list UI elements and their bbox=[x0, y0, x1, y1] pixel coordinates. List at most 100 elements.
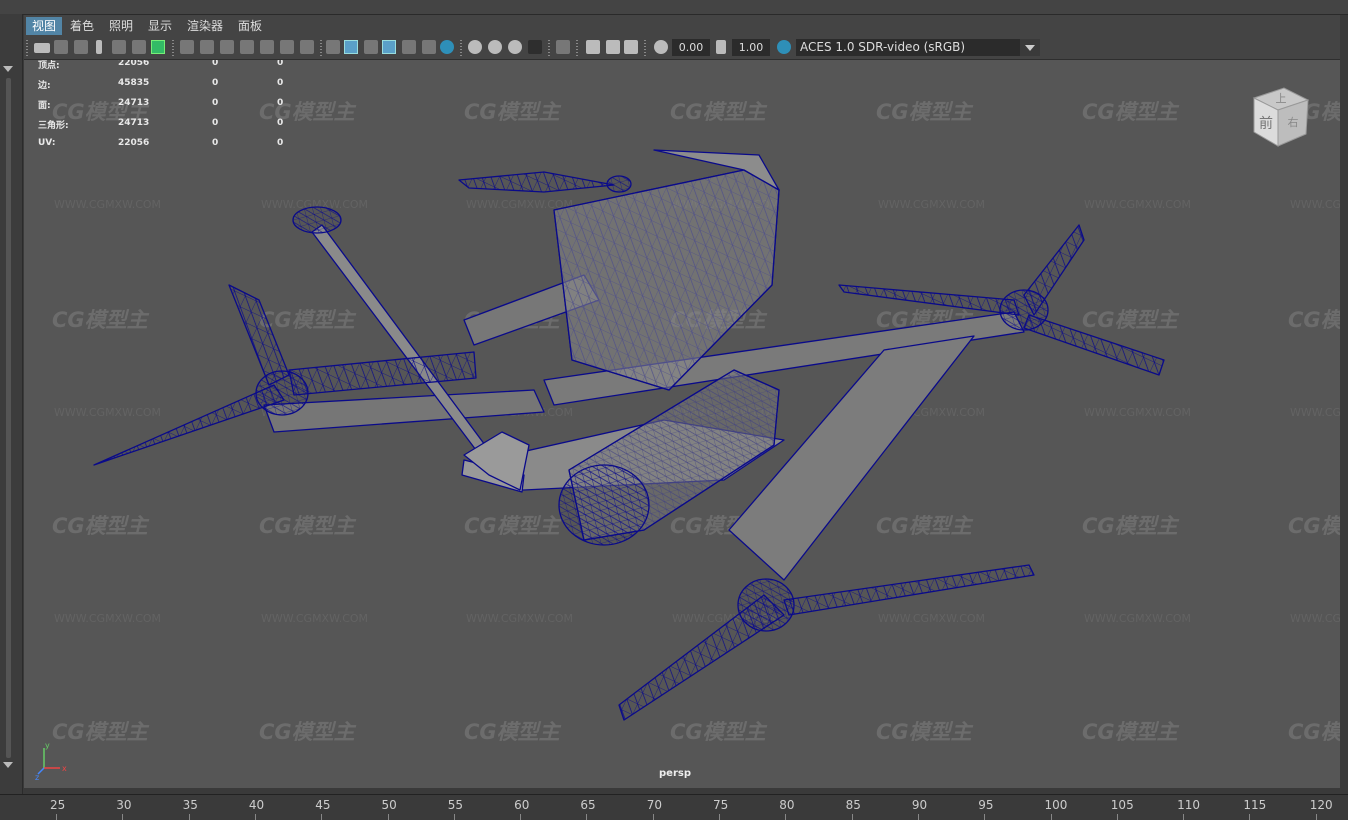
timeline-tick-label: 40 bbox=[248, 798, 265, 812]
toolbar-separator bbox=[320, 40, 322, 56]
timeline-tick bbox=[785, 814, 787, 820]
timeline-tick bbox=[453, 814, 455, 820]
toolbar-separator bbox=[26, 40, 28, 56]
viewcube-right-label[interactable]: 右 bbox=[1288, 115, 1299, 129]
timeline-tick bbox=[984, 814, 986, 820]
timeline-tick-label: 65 bbox=[580, 798, 596, 812]
camera-select-icon[interactable] bbox=[34, 43, 50, 53]
scroll-up-arrow-icon[interactable] bbox=[3, 66, 13, 72]
timeline-tick-label: 80 bbox=[779, 798, 795, 812]
field-chart-icon[interactable] bbox=[260, 40, 274, 54]
motion-blur-icon[interactable] bbox=[488, 40, 502, 54]
timeline-tick bbox=[1249, 814, 1251, 820]
propeller-left-c bbox=[288, 351, 477, 396]
antenna-rod bbox=[311, 224, 503, 475]
exposure-icon[interactable] bbox=[654, 40, 668, 54]
timeline-tick bbox=[1315, 814, 1317, 820]
grid-icon[interactable] bbox=[180, 40, 194, 54]
anti-aliasing-icon[interactable] bbox=[508, 40, 522, 54]
viewcube[interactable]: 上 前 右 bbox=[1246, 84, 1316, 154]
propeller-right-c bbox=[1023, 314, 1165, 376]
scroll-track[interactable] bbox=[6, 78, 11, 758]
depth-of-field-icon[interactable] bbox=[528, 40, 542, 54]
time-ruler[interactable]: 25 30 35 40 45 50 55 60 65 70 75 80 85 90 95 100 105 110 1… bbox=[0, 794, 1348, 820]
timeline-tick bbox=[586, 814, 588, 820]
left-scrollbar[interactable] bbox=[0, 14, 23, 794]
textured-icon[interactable] bbox=[402, 40, 416, 54]
toolbar-separator bbox=[548, 40, 550, 56]
timeline-tick bbox=[917, 814, 919, 820]
menu-lighting[interactable]: 照明 bbox=[103, 17, 139, 35]
resolution-gate-icon[interactable] bbox=[220, 40, 234, 54]
timeline-tick-label: 120 bbox=[1309, 798, 1333, 812]
timeline-tick bbox=[1116, 814, 1118, 820]
use-all-lights-icon[interactable] bbox=[422, 40, 436, 54]
bookmark-icon[interactable] bbox=[74, 40, 88, 54]
safe-action-icon[interactable] bbox=[280, 40, 294, 54]
menu-view[interactable]: 视图 bbox=[26, 17, 63, 35]
top-strip bbox=[0, 0, 1348, 15]
gamma-input[interactable]: 1.00 bbox=[732, 39, 770, 56]
toolbar-separator bbox=[172, 40, 174, 56]
timeline-tick bbox=[520, 814, 522, 820]
timeline-tick-label: 50 bbox=[381, 798, 397, 812]
antenna-head bbox=[292, 206, 342, 234]
wireframe-icon[interactable] bbox=[326, 40, 340, 54]
exposure-input[interactable]: 0.00 bbox=[672, 39, 710, 56]
film-gate-icon[interactable] bbox=[200, 40, 214, 54]
default-material-icon[interactable] bbox=[364, 40, 378, 54]
timeline-tick bbox=[1183, 814, 1185, 820]
propeller-back-a bbox=[458, 171, 615, 193]
drone-wireframe-model[interactable] bbox=[24, 60, 1340, 788]
camera-attributes-icon[interactable] bbox=[54, 40, 68, 54]
xray-joints-icon[interactable] bbox=[624, 40, 638, 54]
gamma-icon[interactable] bbox=[716, 40, 726, 54]
two-d-pan-icon[interactable] bbox=[112, 40, 126, 54]
gate-mask-icon[interactable] bbox=[240, 40, 254, 54]
timeline-tick-label: 90 bbox=[911, 798, 928, 812]
persp-viewport[interactable]: CG模型主 WWW.CGMXW.COM CG模型主 WWW.CGMXW.COM CG模型… bbox=[24, 60, 1340, 788]
viewcube-top-label[interactable]: 上 bbox=[1276, 92, 1287, 105]
menu-show[interactable]: 显示 bbox=[142, 17, 178, 35]
toolbar-separator bbox=[460, 40, 462, 56]
pencil-icon[interactable] bbox=[151, 40, 165, 54]
screen-space-ao-icon[interactable] bbox=[468, 40, 482, 54]
panel-menu-bar: 视图 着色 照明 显示 渲染器 面板 bbox=[24, 15, 1340, 37]
chevron-down-icon[interactable] bbox=[1020, 39, 1040, 56]
timeline-tick-label: 110 bbox=[1177, 798, 1200, 812]
viewcube-front-label[interactable]: 前 bbox=[1259, 115, 1273, 132]
timeline-tick-label: 115 bbox=[1243, 798, 1267, 812]
propeller-right-b bbox=[1023, 224, 1085, 316]
timeline-tick bbox=[719, 814, 720, 820]
timeline-tick-label: 55 bbox=[447, 798, 464, 812]
camera-label: persp bbox=[659, 768, 691, 779]
wireframe-on-shaded-icon[interactable] bbox=[382, 40, 396, 54]
grease-pencil-icon[interactable] bbox=[132, 40, 146, 54]
isolate-select-icon[interactable] bbox=[556, 40, 570, 54]
xray-active-components-icon[interactable] bbox=[606, 40, 620, 54]
color-space-select[interactable]: ACES 1.0 SDR-video (sRGB) bbox=[796, 39, 1020, 56]
safe-title-icon[interactable] bbox=[300, 40, 314, 54]
timeline-tick-label: 25 bbox=[50, 798, 66, 812]
timeline-tick bbox=[321, 814, 323, 820]
timeline-tick-label: 70 bbox=[646, 798, 662, 812]
smooth-shade-icon[interactable] bbox=[344, 40, 358, 54]
color-management-icon[interactable] bbox=[777, 40, 791, 54]
image-plane-icon[interactable] bbox=[96, 40, 102, 54]
timeline-tick-label: 95 bbox=[978, 798, 994, 812]
xray-icon[interactable] bbox=[586, 40, 600, 54]
menu-shading[interactable]: 着色 bbox=[64, 17, 100, 35]
menu-renderer[interactable]: 渲染器 bbox=[181, 17, 229, 35]
shadows-icon[interactable] bbox=[440, 40, 454, 54]
timeline-tick bbox=[254, 814, 256, 820]
scroll-down-arrow-icon[interactable] bbox=[3, 762, 13, 768]
battery-end-cap bbox=[558, 464, 650, 546]
timeline-tick-label: 35 bbox=[182, 798, 198, 812]
timeline-tick bbox=[56, 814, 57, 820]
axis-z-label: z bbox=[35, 773, 39, 780]
menu-panels[interactable]: 面板 bbox=[232, 17, 268, 35]
axis-gizmo: y x z bbox=[35, 741, 67, 780]
toolbar-separator bbox=[644, 40, 646, 56]
timeline-tick-label: 100 bbox=[1044, 798, 1068, 812]
timeline-tick-label: 30 bbox=[116, 798, 132, 812]
